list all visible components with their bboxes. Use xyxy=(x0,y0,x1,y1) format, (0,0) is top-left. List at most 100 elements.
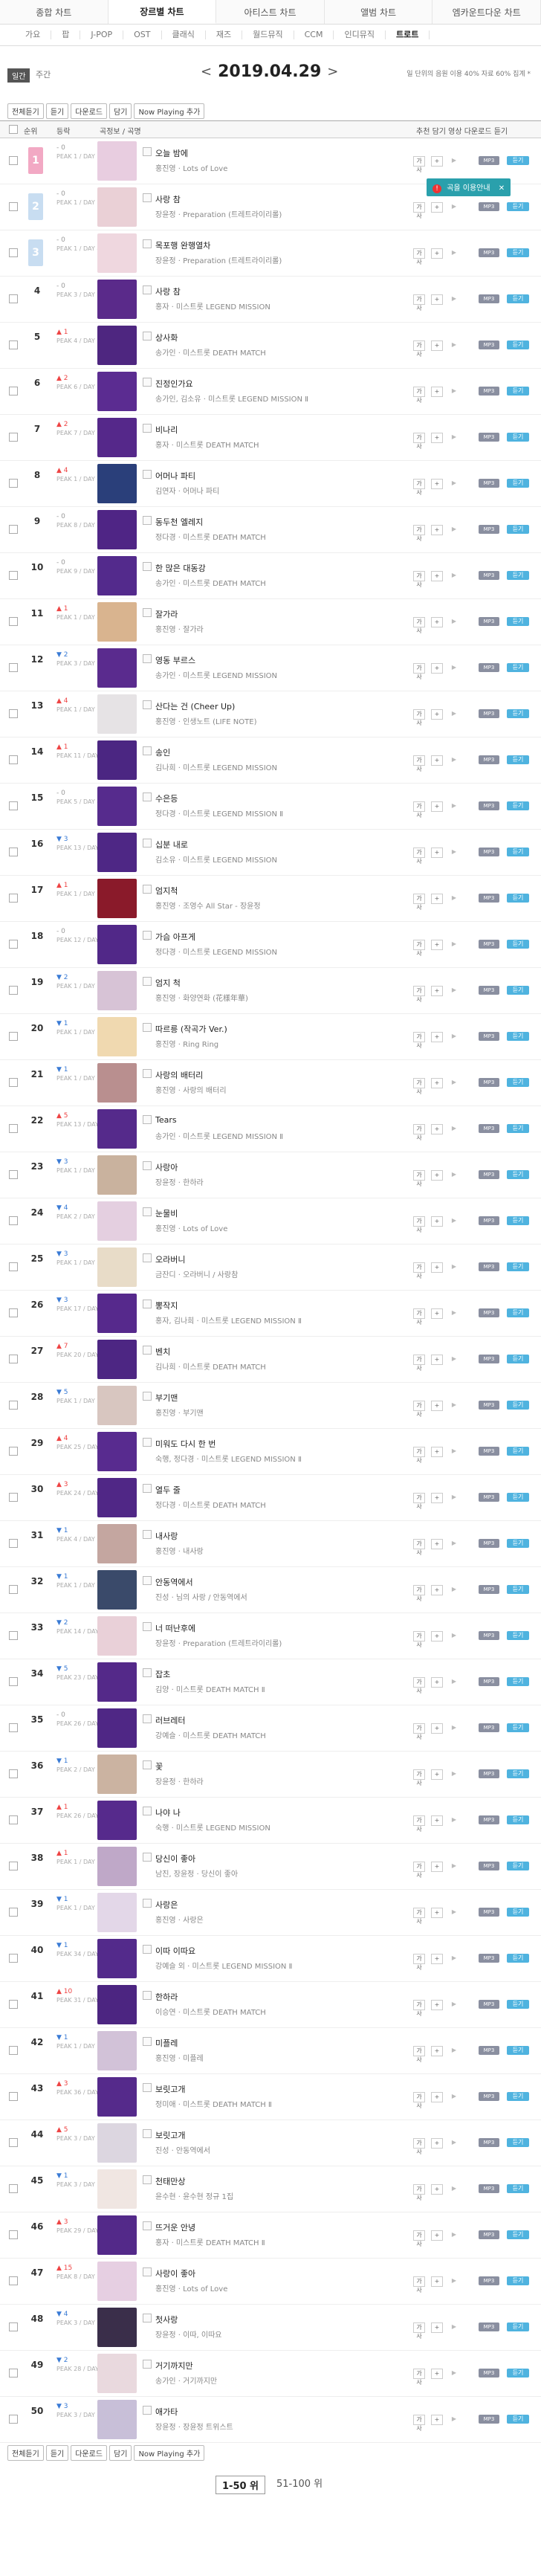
add-button[interactable]: + xyxy=(431,1585,443,1595)
song-artist[interactable]: 홍진영 · 인생노트 (LIFE NOTE) xyxy=(155,715,256,726)
lyrics-button[interactable]: 가사 xyxy=(413,1815,425,1833)
add-button[interactable]: + xyxy=(431,2230,443,2241)
mp3-download-button[interactable]: MP3 xyxy=(479,156,499,165)
genre-tab[interactable]: 인디뮤직 xyxy=(334,30,386,39)
lyrics-button[interactable]: 가사 xyxy=(413,2276,425,2293)
song-info-icon[interactable] xyxy=(143,1392,152,1401)
video-icon[interactable]: ▶ xyxy=(449,1677,459,1686)
add-button[interactable]: + xyxy=(431,294,443,305)
mp3-download-button[interactable]: MP3 xyxy=(479,340,499,349)
mp3-download-button[interactable]: MP3 xyxy=(479,2184,499,2193)
video-icon[interactable]: ▶ xyxy=(449,1124,459,1133)
lyrics-button[interactable]: 가사 xyxy=(413,709,425,726)
song-artist[interactable]: 윤수현 · 윤수현 정규 1집 xyxy=(155,2190,233,2201)
album-cover[interactable] xyxy=(97,971,137,1010)
song-info-icon[interactable] xyxy=(143,2175,152,2184)
mp3-download-button[interactable]: MP3 xyxy=(479,2276,499,2285)
mp3-download-button[interactable]: MP3 xyxy=(479,2230,499,2239)
video-icon[interactable]: ▶ xyxy=(449,525,459,534)
listen-button[interactable]: 듣기 xyxy=(507,248,529,257)
mp3-download-button[interactable]: MP3 xyxy=(479,1078,499,1087)
listen-button[interactable]: 듣기 xyxy=(507,387,529,396)
row-checkbox[interactable] xyxy=(9,2046,18,2055)
toolbar-button[interactable]: Now Playing 추가 xyxy=(134,103,205,119)
add-button[interactable]: + xyxy=(431,1216,443,1227)
video-icon[interactable]: ▶ xyxy=(449,1815,459,1824)
select-all-checkbox[interactable] xyxy=(9,125,18,134)
song-info-icon[interactable] xyxy=(143,378,152,387)
listen-button[interactable]: 듣기 xyxy=(507,1954,529,1963)
video-icon[interactable]: ▶ xyxy=(449,1769,459,1778)
lyrics-button[interactable]: 가사 xyxy=(413,1401,425,1418)
row-checkbox[interactable] xyxy=(9,2230,18,2239)
video-icon[interactable]: ▶ xyxy=(449,1078,459,1087)
song-artist[interactable]: 홍진영 · Lots of Love xyxy=(155,2282,227,2293)
listen-button[interactable]: 듣기 xyxy=(507,2230,529,2239)
song-artist[interactable]: 김나희 · 미스트롯 LEGEND MISSION xyxy=(155,761,277,772)
row-checkbox[interactable] xyxy=(9,894,18,903)
album-cover[interactable] xyxy=(97,1939,137,1978)
album-cover[interactable] xyxy=(97,510,137,549)
song-info-icon[interactable] xyxy=(143,977,152,986)
listen-button[interactable]: 듣기 xyxy=(507,940,529,949)
listen-button[interactable]: 듣기 xyxy=(507,479,529,488)
song-title[interactable]: 엄지척 xyxy=(155,885,178,897)
add-button[interactable]: + xyxy=(431,248,443,259)
row-checkbox[interactable] xyxy=(9,1447,18,1456)
lyrics-button[interactable]: 가사 xyxy=(413,433,425,450)
album-cover[interactable] xyxy=(97,1155,137,1195)
mp3-download-button[interactable]: MP3 xyxy=(479,1447,499,1456)
mp3-download-button[interactable]: MP3 xyxy=(479,433,499,442)
mp3-download-button[interactable]: MP3 xyxy=(479,617,499,626)
add-button[interactable]: + xyxy=(431,340,443,351)
listen-button[interactable]: 듣기 xyxy=(507,2092,529,2101)
album-cover[interactable] xyxy=(97,1294,137,1333)
lyrics-button[interactable]: 가사 xyxy=(413,479,425,496)
mp3-download-button[interactable]: MP3 xyxy=(479,1908,499,1917)
lyrics-button[interactable]: 가사 xyxy=(413,248,425,265)
listen-button[interactable]: 듣기 xyxy=(507,894,529,903)
lyrics-button[interactable]: 가사 xyxy=(413,294,425,311)
row-checkbox[interactable] xyxy=(9,340,18,349)
listen-button[interactable]: 듣기 xyxy=(507,1723,529,1732)
song-info-icon[interactable] xyxy=(143,1530,152,1539)
listen-button[interactable]: 듣기 xyxy=(507,1216,529,1225)
song-info-icon[interactable] xyxy=(143,2221,152,2230)
mp3-download-button[interactable]: MP3 xyxy=(479,940,499,949)
add-button[interactable]: + xyxy=(431,479,443,489)
video-icon[interactable]: ▶ xyxy=(449,294,459,303)
song-artist[interactable]: 장윤정 · 한하라 xyxy=(155,1176,204,1187)
album-cover[interactable] xyxy=(97,1478,137,1517)
row-checkbox[interactable] xyxy=(9,1631,18,1640)
song-artist[interactable]: 정다경 · 미스트롯 DEATH MATCH xyxy=(155,531,266,542)
mp3-download-button[interactable]: MP3 xyxy=(479,2092,499,2101)
song-info-icon[interactable] xyxy=(143,839,152,848)
song-info-icon[interactable] xyxy=(143,1576,152,1585)
song-artist[interactable]: 숙행, 정다경 · 미스트롯 LEGEND MISSION Ⅱ xyxy=(155,1453,302,1464)
album-cover[interactable] xyxy=(97,1893,137,1932)
album-cover[interactable] xyxy=(97,280,137,319)
song-info-icon[interactable] xyxy=(143,608,152,617)
lyrics-button[interactable]: 가사 xyxy=(413,1308,425,1326)
video-icon[interactable]: ▶ xyxy=(449,1539,459,1548)
toolbar-button[interactable]: Now Playing 추가 xyxy=(134,2444,205,2461)
add-button[interactable]: + xyxy=(431,2092,443,2102)
song-title[interactable]: 사랑의 배터리 xyxy=(155,1069,203,1081)
song-artist[interactable]: 홍진영 · Lots of Love xyxy=(155,1222,227,1233)
song-info-icon[interactable] xyxy=(143,2037,152,2046)
song-info-icon[interactable] xyxy=(143,1115,152,1124)
album-cover[interactable] xyxy=(97,2354,137,2393)
genre-tab[interactable]: CCM xyxy=(294,30,334,39)
mp3-download-button[interactable]: MP3 xyxy=(479,1216,499,1225)
video-icon[interactable]: ▶ xyxy=(449,663,459,672)
album-cover[interactable] xyxy=(97,1524,137,1563)
lyrics-button[interactable]: 가사 xyxy=(413,1631,425,1648)
video-icon[interactable]: ▶ xyxy=(449,1631,459,1640)
mp3-download-button[interactable]: MP3 xyxy=(479,571,499,580)
song-info-icon[interactable] xyxy=(143,2360,152,2369)
song-title[interactable]: 보릿고개 xyxy=(155,2129,185,2141)
genre-tab[interactable]: 가요 xyxy=(15,30,52,39)
add-button[interactable]: + xyxy=(431,1447,443,1457)
song-info-icon[interactable] xyxy=(143,1807,152,1815)
album-cover[interactable] xyxy=(97,694,137,734)
